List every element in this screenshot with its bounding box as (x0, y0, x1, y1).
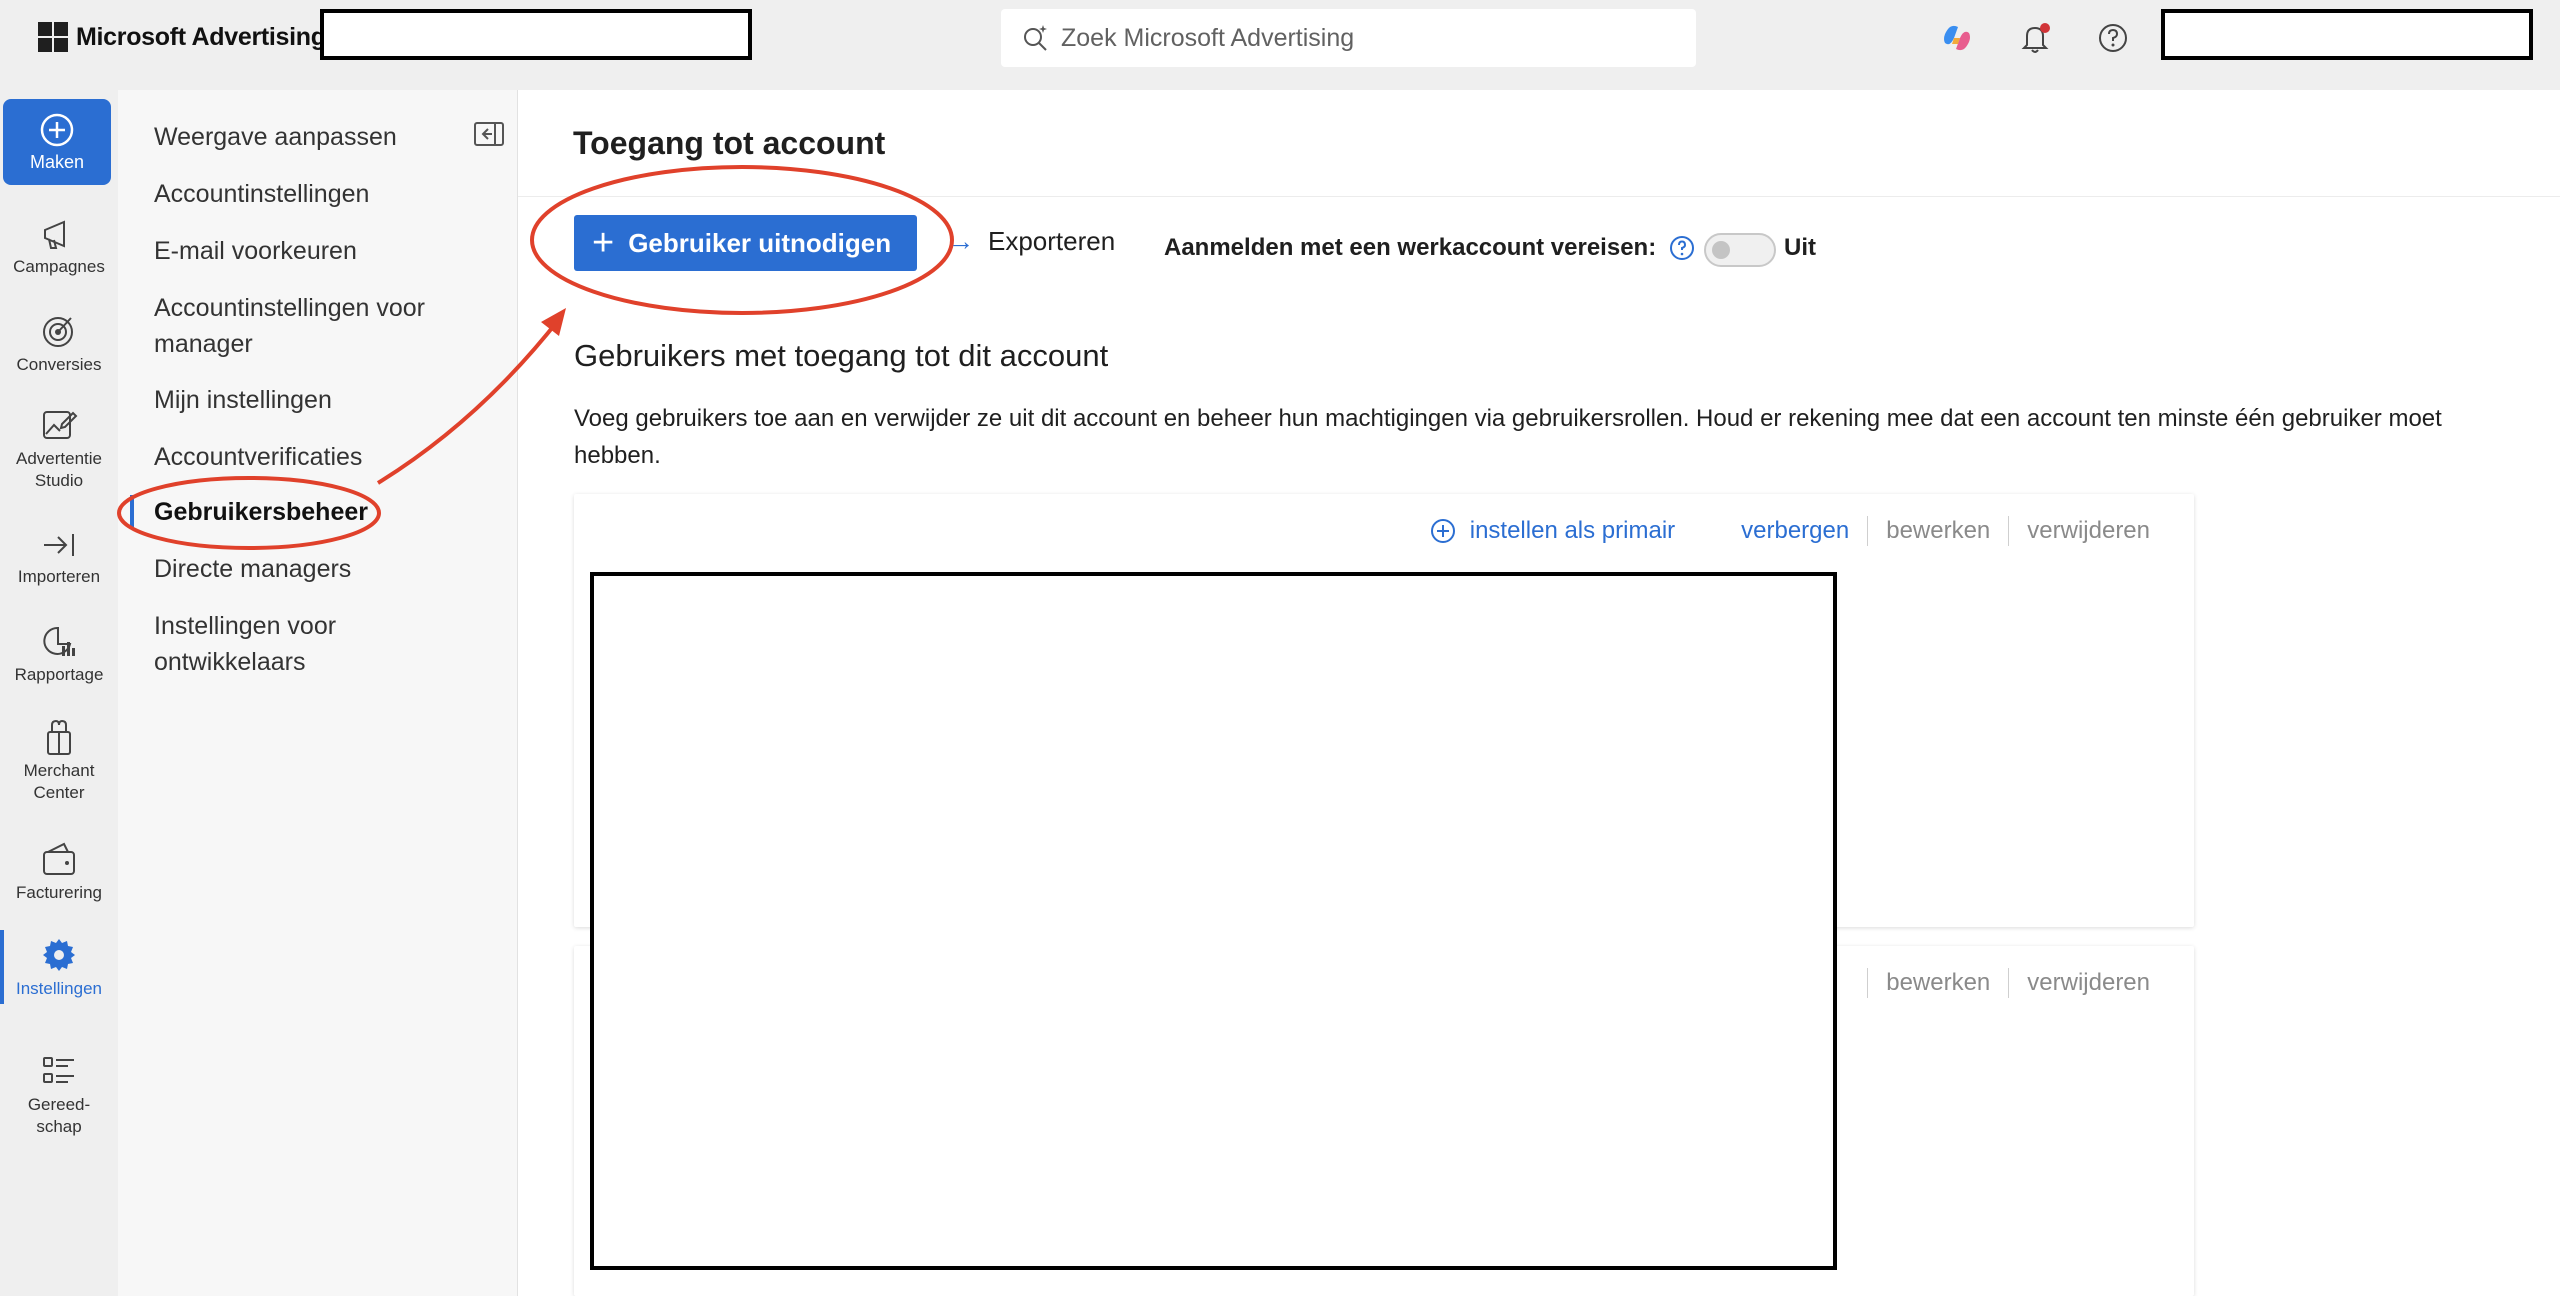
megaphone-icon (44, 220, 65, 249)
copilot-icon[interactable] (1938, 19, 1976, 57)
divider (518, 196, 2560, 197)
create-label: Maken (29, 151, 85, 172)
subnav-item-manager-account-settings[interactable]: Accountinstellingen voor manager (154, 290, 484, 362)
invite-user-button[interactable]: + Gebruiker uitnodigen (574, 215, 917, 271)
card-actions: bewerken verwijderen (1849, 968, 2150, 998)
top-bar: Microsoft Advertising (0, 0, 2560, 90)
rail-item-label: Instellingen (15, 979, 102, 998)
left-rail: Maken Campagnes Conversies Advertentie S… (0, 90, 118, 1296)
notification-bell-icon[interactable] (2016, 19, 2054, 57)
section-description: Voeg gebruikers toe aan en verwijder ze … (574, 405, 2442, 469)
toggle-state-label: Uit (1784, 234, 1816, 261)
subnav-item-email-preferences[interactable]: E-mail voorkeuren (154, 233, 484, 269)
brand-name: Microsoft Advertising (76, 22, 326, 51)
edit-button[interactable]: bewerken (1886, 517, 1990, 545)
rail-item-billing[interactable]: Facturering (0, 840, 118, 904)
rail-item-settings[interactable]: Instellingen (0, 936, 118, 1000)
plus-icon: + (592, 222, 615, 264)
invite-user-label: Gebruiker uitnodigen (628, 227, 892, 258)
target-icon (43, 317, 73, 347)
set-primary-button[interactable]: instellen als primair (1430, 517, 1675, 545)
wallet-icon (43, 842, 75, 875)
redacted-user-account[interactable] (2161, 9, 2533, 60)
subnav-item-account-verifications[interactable]: Accountverificaties (154, 439, 484, 475)
set-primary-label: instellen als primair (1469, 517, 1676, 544)
help-icon[interactable] (2094, 19, 2132, 57)
section-title: Gebruikers met toegang tot dit account (574, 338, 1109, 373)
remove-button[interactable]: verwijderen (2027, 969, 2150, 997)
plus-circle-icon (1430, 519, 1455, 543)
subnav-item-customize-view[interactable]: Weergave aanpassen (154, 119, 484, 155)
rail-item-label: Importeren (17, 567, 101, 586)
rail-item-label: Merchant Center (23, 761, 95, 802)
page-title: Toegang tot account (573, 125, 886, 161)
subnav-item-account-settings[interactable]: Accountinstellingen (154, 176, 484, 212)
gift-bag-icon (47, 719, 71, 755)
subnav-item-direct-managers[interactable]: Directe managers (154, 551, 484, 587)
rail-item-ad-studio[interactable]: Advertentie Studio (0, 406, 118, 492)
search-box[interactable] (1001, 9, 1696, 67)
export-button[interactable]: → Exporteren (948, 226, 1115, 257)
action-separator (1867, 968, 1869, 998)
toggle-knob (1712, 241, 1730, 259)
subnav-item-my-settings[interactable]: Mijn instellingen (154, 382, 484, 418)
subnav-item-developer-settings[interactable]: Instellingen voor ontwikkelaars (154, 608, 484, 680)
rail-item-merchant-center[interactable]: Merchant Center (0, 718, 118, 804)
subnav-active-indicator (130, 495, 134, 527)
gear-icon (43, 939, 75, 971)
info-help-icon[interactable] (1669, 235, 1695, 261)
rail-item-campaigns[interactable]: Campagnes (0, 218, 118, 278)
rail-item-conversions[interactable]: Conversies (0, 312, 118, 376)
microsoft-logo-icon (38, 22, 68, 52)
settings-subnav: Weergave aanpassen Accountinstellingen E… (118, 90, 518, 1296)
rail-item-label: Facturering (16, 883, 102, 902)
redacted-account-selector[interactable] (320, 9, 752, 60)
rail-item-label: Advertentie Studio (16, 449, 102, 490)
rail-item-label: Conversies (16, 355, 102, 374)
rail-item-tools[interactable]: Gereed-schap (0, 1052, 118, 1138)
search-input[interactable] (1061, 23, 1661, 53)
require-work-account-label: Aanmelden met een werkaccount vereisen: (1164, 234, 1657, 261)
action-separator (1867, 516, 1869, 546)
edit-button[interactable]: bewerken (1886, 969, 1990, 997)
report-icon (43, 626, 75, 656)
redacted-user-details (590, 572, 1837, 1270)
require-work-account-toggle[interactable] (1704, 233, 1776, 267)
subnav-item-user-management[interactable]: Gebruikersbeheer (154, 494, 484, 530)
rail-item-import[interactable]: Importeren (0, 528, 118, 588)
remove-button[interactable]: verwijderen (2027, 517, 2150, 545)
brand-logo[interactable]: Microsoft Advertising (38, 22, 326, 52)
action-separator (2008, 516, 2010, 546)
export-label: Exporteren (988, 226, 1116, 256)
export-arrow-icon: → (948, 226, 974, 256)
rail-item-label: Campagnes (13, 257, 105, 276)
hide-button[interactable]: verbergen (1741, 517, 1849, 545)
image-edit-icon (43, 411, 78, 439)
search-sparkle-icon (1024, 25, 1047, 51)
card-actions: instellen als primair verbergen bewerken… (1430, 516, 2150, 546)
plus-circle-icon (40, 113, 74, 146)
rail-item-reporting[interactable]: Rapportage (0, 622, 118, 686)
rail-item-label: Gereed-schap (27, 1095, 91, 1136)
tools-list-icon (43, 1057, 74, 1083)
rail-item-label: Rapportage (14, 665, 104, 684)
import-icon (44, 534, 74, 556)
create-button[interactable]: Maken (3, 99, 111, 185)
action-separator (2008, 968, 2010, 998)
